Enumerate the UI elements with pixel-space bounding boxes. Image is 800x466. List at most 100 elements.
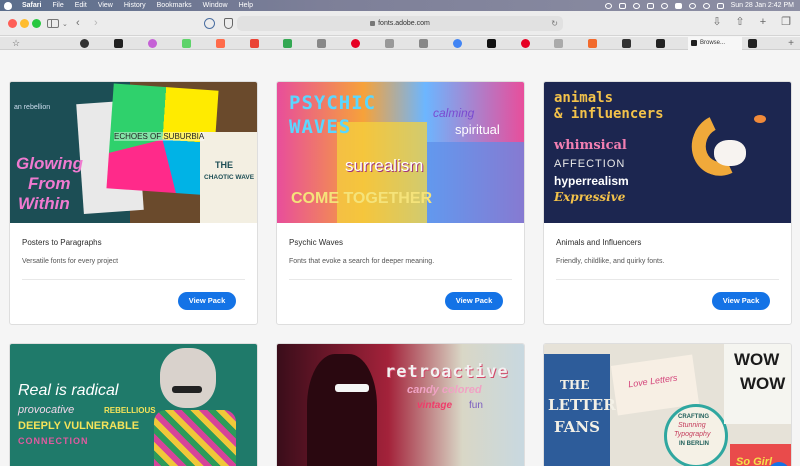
drive-icon[interactable]	[283, 39, 292, 48]
pinterest-icon[interactable]	[351, 39, 360, 48]
view-pack-button[interactable]: View Pack	[712, 292, 770, 310]
art-text: So Girl	[736, 456, 773, 466]
tab-strip: ☆ Browse... +	[0, 37, 800, 50]
divider	[22, 279, 245, 280]
pack-description: Versatile fonts for every project	[22, 258, 119, 265]
status-icon[interactable]	[618, 2, 626, 9]
site-favicon-icon[interactable]	[554, 39, 563, 48]
art-text: WAVES	[289, 116, 352, 138]
site-favicon-icon[interactable]	[487, 39, 496, 48]
font-pack-card[interactable]: Real is radical provocative REBELLIOUS D…	[9, 343, 258, 466]
pack-title[interactable]: Posters to Paragraphs	[22, 238, 102, 247]
art-text: surrealism	[345, 156, 424, 175]
pack-description: Fonts that evoke a search for deeper mea…	[289, 258, 435, 265]
sidebar-toggle-icon[interactable]	[47, 19, 59, 28]
gmail-icon[interactable]	[250, 39, 259, 48]
pack-title[interactable]: Animals and Influencers	[556, 238, 641, 247]
font-pack-card[interactable]: retroactive candy colored vintage fun	[276, 343, 525, 466]
site-favicon-icon[interactable]	[588, 39, 597, 48]
menu-app[interactable]: Safari	[22, 2, 41, 9]
search-icon[interactable]	[702, 2, 710, 9]
site-favicon-icon[interactable]	[148, 39, 157, 48]
forward-arrow-icon[interactable]: ›	[94, 17, 98, 30]
art-text: PSYCHIC	[289, 92, 377, 114]
font-pack-card[interactable]: THE LETTER FANS Love Letters CRAFTING St…	[543, 343, 792, 466]
address-text: fonts.adobe.com	[378, 20, 430, 27]
status-icon[interactable]	[632, 2, 640, 9]
privacy-shield-icon[interactable]	[224, 18, 233, 29]
site-favicon-icon[interactable]	[622, 39, 631, 48]
zoom-window-button[interactable]	[32, 19, 41, 28]
art-text: hyperrealism	[554, 174, 629, 188]
site-favicon-icon[interactable]	[317, 39, 326, 48]
font-pack-card[interactable]: an rebellion Glowing From Within ECHOES …	[9, 81, 258, 325]
view-pack-button[interactable]: View Pack	[178, 292, 236, 310]
art-text: whimsical	[554, 138, 627, 153]
download-icon[interactable]: ⇩	[711, 16, 723, 28]
font-pack-card[interactable]: animals & influencers whimsical AFFECTIO…	[543, 81, 792, 325]
new-tab-icon[interactable]: +	[757, 16, 769, 28]
menu-window[interactable]: Window	[203, 2, 228, 9]
menu-file[interactable]: File	[52, 2, 63, 9]
lock-icon	[370, 21, 376, 26]
address-bar[interactable]: fonts.adobe.com ↻	[237, 16, 563, 31]
art-text: calming	[433, 106, 475, 120]
close-window-button[interactable]	[8, 19, 17, 28]
apple-icon[interactable]	[4, 1, 12, 10]
site-favicon-icon[interactable]	[216, 39, 225, 48]
pack-cover-image: retroactive candy colored vintage fun	[277, 344, 524, 466]
menu-bookmarks[interactable]: Bookmarks	[157, 2, 192, 9]
art-text: & influencers	[554, 106, 664, 122]
active-tab-label: Browse...	[700, 40, 726, 46]
wordpress-icon[interactable]	[204, 18, 215, 29]
art-text: THE	[560, 378, 590, 392]
art-text: THE	[215, 160, 233, 170]
view-pack-button[interactable]: View Pack	[445, 292, 503, 310]
chevron-down-icon[interactable]: ⌄	[62, 18, 68, 31]
add-tab-icon[interactable]: +	[788, 37, 794, 50]
art-text: COME TOGETHER	[291, 190, 433, 207]
art-text: Glowing	[16, 154, 84, 173]
menubar-clock[interactable]: Sun 28 Jan 2:42 PM	[731, 2, 794, 9]
art-text: vintage	[417, 400, 453, 411]
art-text: provocative	[18, 404, 75, 416]
pack-title[interactable]: Psychic Waves	[289, 238, 343, 247]
art-text: an rebellion	[14, 104, 51, 111]
site-favicon-icon[interactable]	[419, 39, 428, 48]
menu-help[interactable]: Help	[239, 2, 253, 9]
control-center-icon[interactable]	[716, 2, 724, 9]
site-favicon-icon[interactable]	[748, 39, 757, 48]
font-pack-card[interactable]: PSYCHIC WAVES calming spiritual surreali…	[276, 81, 525, 325]
active-tab[interactable]: Browse...	[688, 37, 742, 50]
art-text: WOW	[740, 374, 786, 393]
status-icon[interactable]	[646, 2, 654, 9]
share-icon[interactable]: ⇧	[734, 16, 746, 28]
back-arrow-icon[interactable]: ‹	[76, 17, 80, 30]
star-icon[interactable]: ☆	[12, 38, 20, 48]
site-favicon-icon[interactable]	[182, 39, 191, 48]
tab-overview-icon[interactable]: ❐	[780, 16, 792, 28]
pack-description: Friendly, childlike, and quirky fonts.	[556, 258, 665, 265]
art-text: Stunning	[678, 422, 706, 429]
toolbar-actions: ⇩ ⇧ + ❐	[711, 16, 792, 28]
google-icon[interactable]	[453, 39, 462, 48]
bluetooth-icon[interactable]	[660, 2, 668, 9]
status-icon[interactable]	[604, 2, 612, 9]
site-favicon-icon[interactable]	[114, 39, 123, 48]
art-text: CRAFTING	[678, 414, 709, 420]
art-text: REBELLIOUS	[104, 406, 156, 415]
menu-view[interactable]: View	[98, 2, 113, 9]
menu-history[interactable]: History	[124, 2, 146, 9]
art-text: From	[28, 174, 71, 193]
wifi-icon[interactable]	[688, 2, 696, 9]
github-icon[interactable]	[80, 39, 89, 48]
pinterest-icon[interactable]	[521, 39, 530, 48]
battery-icon[interactable]	[674, 2, 682, 9]
reload-icon[interactable]: ↻	[551, 19, 558, 28]
minimize-window-button[interactable]	[20, 19, 29, 28]
art-text: CONNECTION	[18, 436, 89, 446]
site-favicon-icon[interactable]	[656, 39, 665, 48]
site-favicon-icon[interactable]	[385, 39, 394, 48]
art-text: animals	[554, 90, 614, 106]
menu-edit[interactable]: Edit	[75, 2, 87, 9]
